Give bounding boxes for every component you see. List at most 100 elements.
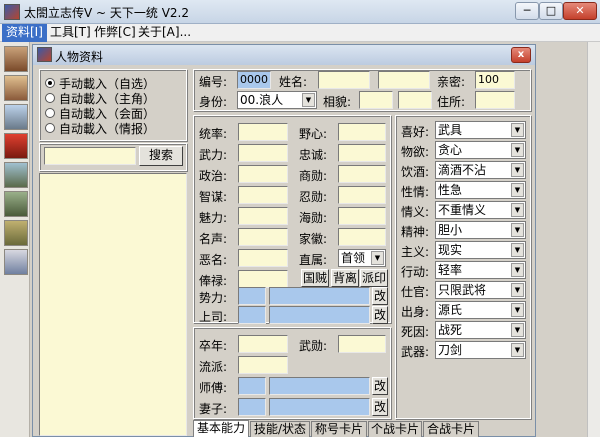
person-icon[interactable] [4,249,28,275]
death-year-field[interactable] [238,335,288,353]
portrait-icon[interactable] [4,75,28,101]
school-field[interactable] [238,356,288,374]
change-force-button[interactable]: 改 [372,287,388,305]
surname-field[interactable] [318,71,370,89]
intimacy-field[interactable]: 100 [475,71,515,89]
wife-id-field[interactable] [238,398,266,416]
service-select[interactable]: 只限武将 ▼ [435,281,526,299]
preference-select[interactable]: 武具 ▼ [435,121,526,139]
desire-select[interactable]: 贪心 ▼ [435,141,526,159]
map-icon[interactable] [4,220,28,246]
tab-titles[interactable]: 称号卡片 [311,421,367,437]
action-select[interactable]: 轻率 ▼ [435,261,526,279]
weapon-select[interactable]: 刀剑 ▼ [435,341,526,359]
looks-field-2[interactable] [398,91,432,109]
radio-icon[interactable] [45,78,55,88]
radio-icon[interactable] [45,108,55,118]
residence-field[interactable] [475,91,515,109]
radio-icon[interactable] [45,93,55,103]
chevron-down-icon[interactable]: ▼ [511,283,524,297]
chevron-down-icon[interactable]: ▼ [511,203,524,217]
change-boss-button[interactable]: 改 [372,306,388,324]
search-input[interactable] [44,147,136,165]
temper-select[interactable]: 性急 ▼ [435,181,526,199]
chevron-down-icon[interactable]: ▼ [511,323,524,337]
righteousness-select[interactable]: 不重情义 ▼ [435,201,526,219]
given-name-field[interactable] [378,71,430,89]
tab-duel[interactable]: 个战卡片 [368,421,422,437]
alert-icon[interactable] [4,133,28,159]
maximize-button[interactable]: □ [539,2,563,20]
betray-button[interactable]: 背离 [331,269,359,287]
direct-select[interactable]: 首领 ▼ [338,249,386,267]
chevron-down-icon[interactable]: ▼ [371,251,384,265]
principle-select[interactable]: 现实 ▼ [435,241,526,259]
chevron-down-icon[interactable]: ▼ [511,123,524,137]
chevron-down-icon[interactable]: ▼ [511,303,524,317]
command-field[interactable] [238,123,288,141]
ninja-merit-field[interactable] [338,186,386,204]
chevron-down-icon[interactable]: ▼ [511,263,524,277]
menu-data[interactable]: 资料[I] [2,24,47,42]
tab-battle[interactable]: 合战卡片 [423,421,479,437]
politics-field[interactable] [238,165,288,183]
menu-about[interactable]: 关于[A]... [134,24,195,42]
vertical-scrollbar[interactable] [587,42,600,437]
chevron-down-icon[interactable]: ▼ [511,143,524,157]
child-close-button[interactable]: x [511,47,531,63]
looks-field[interactable] [359,91,393,109]
chevron-down-icon[interactable]: ▼ [511,343,524,357]
infamy-field[interactable] [238,249,288,267]
boss-id-field[interactable] [238,306,266,324]
crest-field[interactable] [338,228,386,246]
chevron-down-icon[interactable]: ▼ [511,183,524,197]
teacher-name-field[interactable] [269,377,370,395]
change-teacher-button[interactable]: 改 [372,377,388,395]
death-cause-select[interactable]: 战死 ▼ [435,321,526,339]
portrait-icon[interactable] [4,46,28,72]
chevron-down-icon[interactable]: ▼ [511,243,524,257]
dispatch-button[interactable]: 派印 [360,269,388,287]
force-id-field[interactable] [238,287,266,305]
change-wife-button[interactable]: 改 [372,398,388,416]
looks-label: 相貌: [323,95,352,109]
status-select[interactable]: 00.浪人 ▼ [237,91,317,109]
trade-merit-field[interactable] [338,165,386,183]
ship-icon[interactable] [4,162,28,188]
minimize-button[interactable]: ─ [515,2,539,20]
search-button[interactable]: 搜索 [139,146,183,166]
teacher-id-field[interactable] [238,377,266,395]
close-button[interactable]: ✕ [563,2,597,20]
sea-merit-field[interactable] [338,207,386,225]
traitor-button[interactable]: 国贼 [301,269,329,287]
menu-bar: 资料[I] 工具[T] 作弊[C] 关于[A]... [0,24,600,42]
spirit-select[interactable]: 胆小 ▼ [435,221,526,239]
chevron-down-icon[interactable]: ▼ [302,93,315,107]
charisma-field[interactable] [238,207,288,225]
tab-skills[interactable]: 技能/状态 [250,421,310,437]
wife-name-field[interactable] [269,398,370,416]
military-merit-field[interactable] [338,335,386,353]
tab-basic[interactable]: 基本能力 [193,420,249,437]
radio-icon[interactable] [45,123,55,133]
origin-select[interactable]: 源氏 ▼ [435,301,526,319]
boss-name-field[interactable] [269,306,370,324]
id-field[interactable]: 0000 [237,71,271,89]
force-name-field[interactable] [269,287,370,305]
loyalty-field[interactable] [338,144,386,162]
character-list[interactable] [39,173,187,436]
drinking-select[interactable]: 滴酒不沾 ▼ [435,161,526,179]
chevron-down-icon[interactable]: ▼ [511,163,524,177]
chevron-down-icon[interactable]: ▼ [511,223,524,237]
salary-field[interactable] [238,270,288,288]
battle-icon[interactable] [4,191,28,217]
app-icon [4,4,20,20]
menu-cheat[interactable]: 作弊[C] [90,24,140,42]
menu-tools[interactable]: 工具[T] [46,24,95,42]
castle-icon[interactable] [4,104,28,130]
window-icon [37,47,52,62]
strength-field[interactable] [238,144,288,162]
intellect-field[interactable] [238,186,288,204]
fame-field[interactable] [238,228,288,246]
ambition-field[interactable] [338,123,386,141]
